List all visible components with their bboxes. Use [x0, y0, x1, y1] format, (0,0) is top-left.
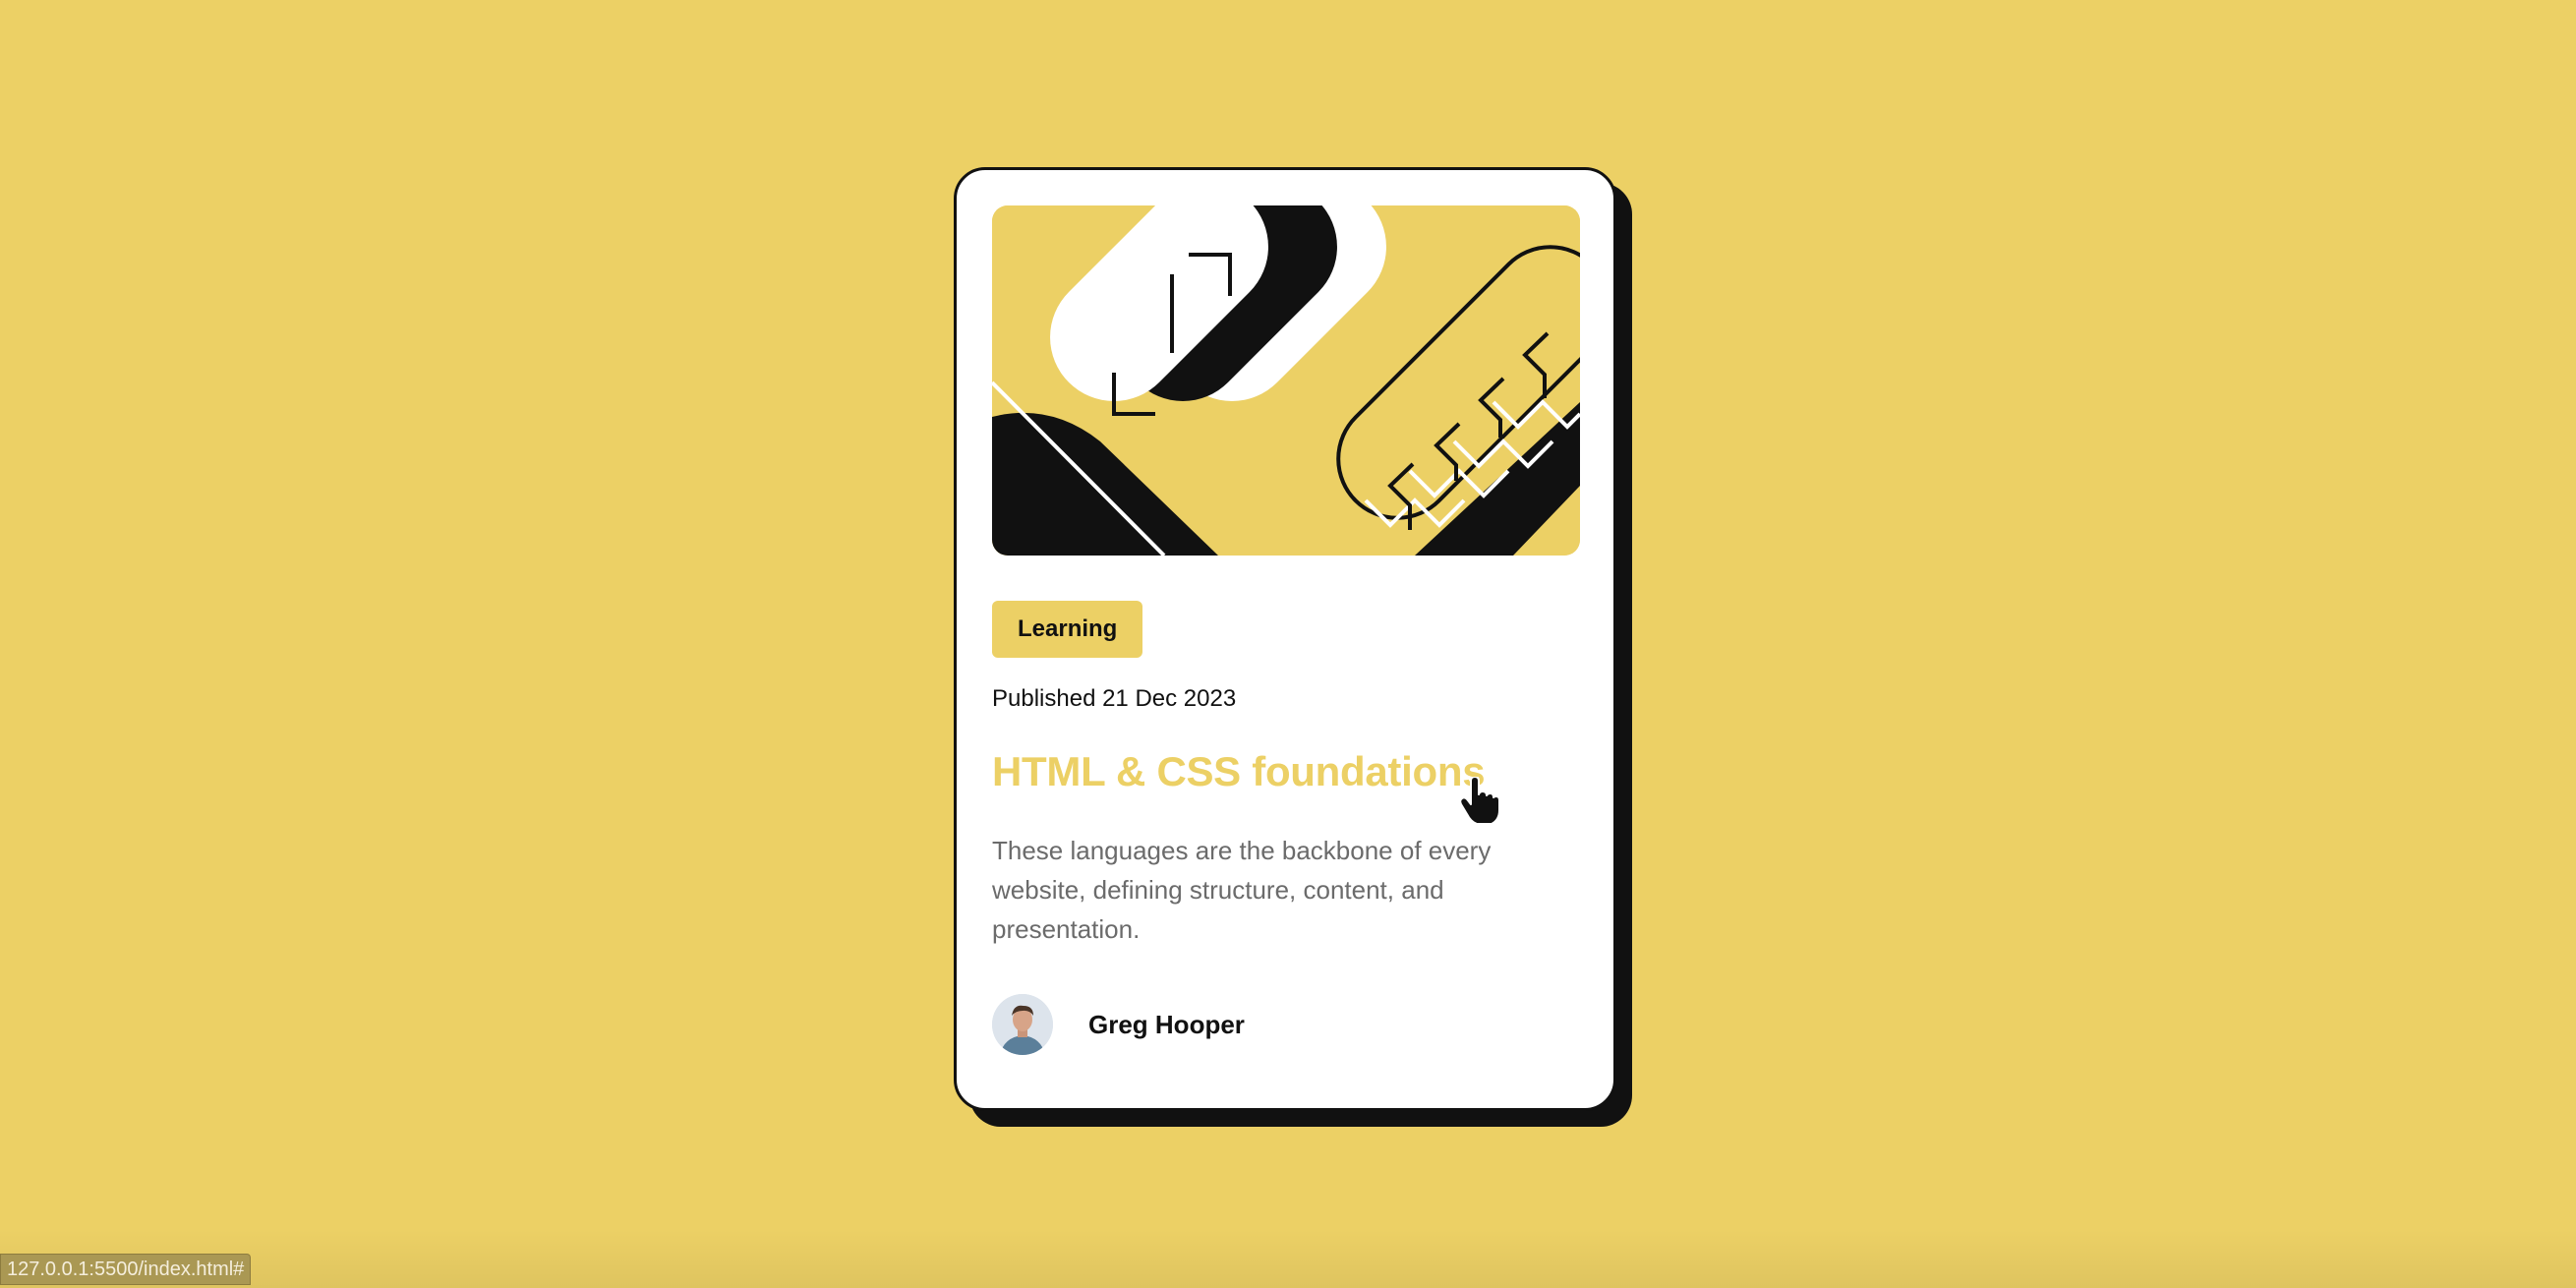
- blog-preview-card: Learning Published 21 Dec 2023 HTML & CS…: [954, 167, 1616, 1111]
- page-bottom-shade: [0, 1229, 2576, 1288]
- illustration-image: [992, 205, 1580, 556]
- abstract-illustration-icon: [992, 205, 1580, 556]
- browser-status-url: 127.0.0.1:5500/index.html#: [0, 1254, 252, 1285]
- published-date: Published 21 Dec 2023: [992, 685, 1237, 712]
- author-name: Greg Hooper: [1088, 1009, 1245, 1039]
- card-description: These languages are the backbone of ever…: [992, 836, 1492, 944]
- person-avatar-icon: [992, 994, 1053, 1055]
- card-title-link[interactable]: HTML & CSS foundations: [992, 748, 1486, 795]
- hand-pointer-icon: [1459, 776, 1500, 826]
- author-info: Greg Hooper: [992, 994, 1245, 1055]
- category-tag: Learning: [992, 601, 1143, 658]
